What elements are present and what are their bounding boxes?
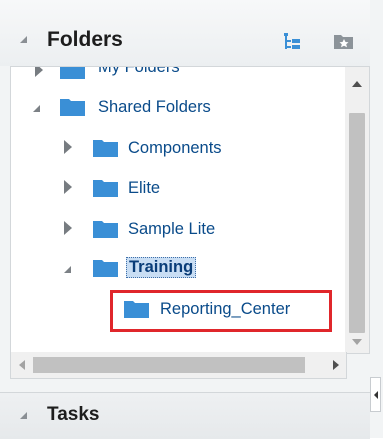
folder-icon — [60, 99, 85, 116]
highlight-annotation-box — [110, 290, 332, 332]
tree-item-label[interactable]: Components — [128, 139, 222, 158]
scroll-up-icon[interactable] — [352, 81, 362, 87]
folder-icon — [93, 180, 118, 197]
tasks-title: Tasks — [47, 404, 100, 425]
tree-item-label[interactable]: Shared Folders — [98, 98, 211, 117]
tree-item-label-selected[interactable]: Training — [126, 257, 197, 278]
expand-icon[interactable] — [35, 67, 43, 77]
panel-splitter[interactable] — [370, 377, 381, 412]
tree-item-training[interactable]: Training — [11, 254, 345, 286]
scroll-right-icon[interactable] — [333, 360, 339, 370]
tree-item-sample-lite[interactable]: Sample Lite — [11, 215, 345, 247]
collapse-tasks-icon[interactable] — [20, 412, 27, 419]
folders-header[interactable]: Folders — [0, 0, 370, 66]
horizontal-scroll-thumb[interactable] — [33, 357, 305, 373]
folder-icon — [93, 140, 118, 157]
folder-icon — [60, 67, 85, 79]
tree-item-elite[interactable]: Elite — [11, 174, 345, 206]
folders-panel: Folders My Folders Shared Folders Compon… — [0, 0, 383, 439]
vertical-scrollbar[interactable] — [345, 67, 369, 353]
tree-item-my-folders[interactable]: My Folders — [11, 67, 345, 93]
tree-item-label[interactable]: Elite — [128, 179, 160, 198]
expand-icon[interactable] — [64, 221, 72, 235]
collapse-left-icon[interactable] — [374, 391, 378, 399]
collapse-icon[interactable] — [64, 266, 71, 273]
folder-tree: My Folders Shared Folders Components Eli… — [11, 67, 345, 353]
expand-icon[interactable] — [64, 180, 72, 194]
scroll-left-icon[interactable] — [19, 360, 25, 370]
folders-title: Folders — [47, 28, 123, 51]
favorite-folder-icon[interactable] — [333, 31, 355, 51]
folder-tree-container: My Folders Shared Folders Components Eli… — [10, 66, 370, 354]
tree-view-icon[interactable] — [282, 31, 304, 51]
tree-item-label[interactable]: My Folders — [98, 67, 180, 77]
folder-icon — [93, 260, 118, 277]
tree-item-label[interactable]: Sample Lite — [128, 220, 215, 239]
tree-item-components[interactable]: Components — [11, 134, 345, 166]
collapse-icon[interactable] — [33, 105, 40, 112]
folder-icon — [93, 221, 118, 238]
horizontal-scrollbar[interactable] — [10, 352, 347, 379]
collapse-folders-icon[interactable] — [20, 36, 27, 43]
vertical-scroll-thumb[interactable] — [349, 113, 365, 333]
tasks-header[interactable]: Tasks — [0, 392, 370, 439]
expand-icon[interactable] — [64, 140, 72, 154]
scroll-down-icon[interactable] — [352, 339, 362, 345]
tree-item-shared-folders[interactable]: Shared Folders — [11, 93, 345, 125]
